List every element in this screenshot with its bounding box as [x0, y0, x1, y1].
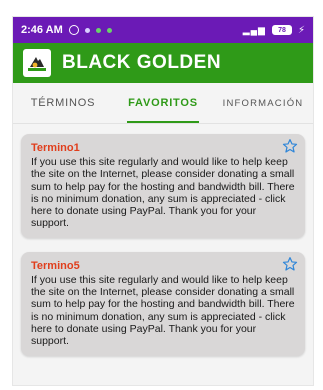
tab-terminos[interactable]: TÉRMINOS: [13, 97, 113, 109]
app-logo-icon: [23, 49, 51, 77]
list-item[interactable]: Termino5 If you use this site regularly …: [21, 251, 305, 356]
list-item[interactable]: Termino1 If you use this site regularly …: [21, 134, 305, 238]
term-description: If you use this site regularly and would…: [31, 156, 295, 230]
app-bar: BLACK GOLDEN: [13, 43, 313, 83]
notification-dot-icon: [95, 27, 101, 33]
battery-level: 78: [278, 26, 286, 34]
notification-dot-icon: [84, 27, 90, 33]
phone-screen: 2:46 AM ▂▄▆ 78 ⚡ BLACK GOLDEN TÉRMINOS F…: [13, 17, 313, 385]
status-left: 2:46 AM: [21, 24, 112, 36]
tab-informacion[interactable]: INFORMACIÓN: [213, 98, 313, 109]
notification-dot-icon: [106, 27, 112, 33]
term-title: Termino1: [31, 142, 80, 154]
charging-icon: ⚡: [297, 24, 305, 36]
battery-icon: 78: [271, 25, 292, 35]
status-time: 2:46 AM: [21, 24, 63, 36]
star-icon[interactable]: [282, 256, 298, 272]
status-bar: 2:46 AM ▂▄▆ 78 ⚡: [13, 17, 313, 43]
vpn-icon: [68, 25, 79, 35]
term-title: Termino5: [31, 259, 80, 272]
signal-icon: ▂▄▆: [242, 24, 266, 35]
favorites-list: Termino1 If you use this site regularly …: [13, 124, 313, 356]
term-description: If you use this site regularly and would…: [31, 273, 295, 348]
tab-favoritos[interactable]: FAVORITOS: [113, 97, 213, 123]
tab-bar: TÉRMINOS FAVORITOS INFORMACIÓN: [13, 83, 313, 124]
star-icon[interactable]: [282, 138, 298, 154]
status-right: ▂▄▆ 78 ⚡: [243, 25, 305, 36]
app-title: BLACK GOLDEN: [62, 52, 222, 73]
